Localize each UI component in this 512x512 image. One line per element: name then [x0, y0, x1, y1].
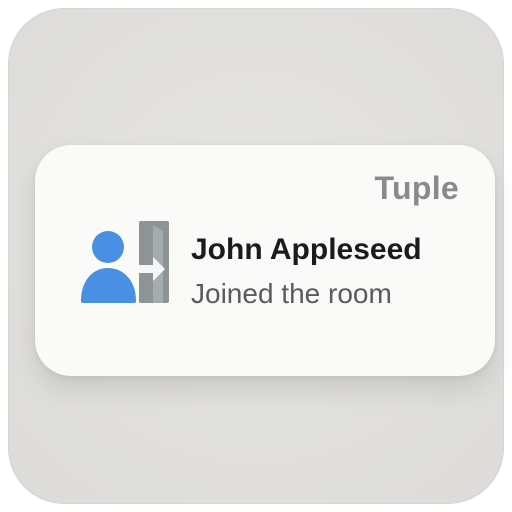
- person-head-icon: [92, 231, 124, 263]
- user-joined-glyph: [81, 221, 169, 303]
- screen-backdrop: Tuple John Appleseed Joined the room: [8, 8, 504, 504]
- user-joined-icon: [61, 215, 171, 315]
- person-body-icon: [81, 268, 136, 303]
- app-name: Tuple: [374, 170, 459, 206]
- notification-card[interactable]: Tuple John Appleseed Joined the room: [35, 145, 495, 376]
- notification-title: John Appleseed: [191, 233, 422, 266]
- notification-message: Joined the room: [191, 278, 392, 309]
